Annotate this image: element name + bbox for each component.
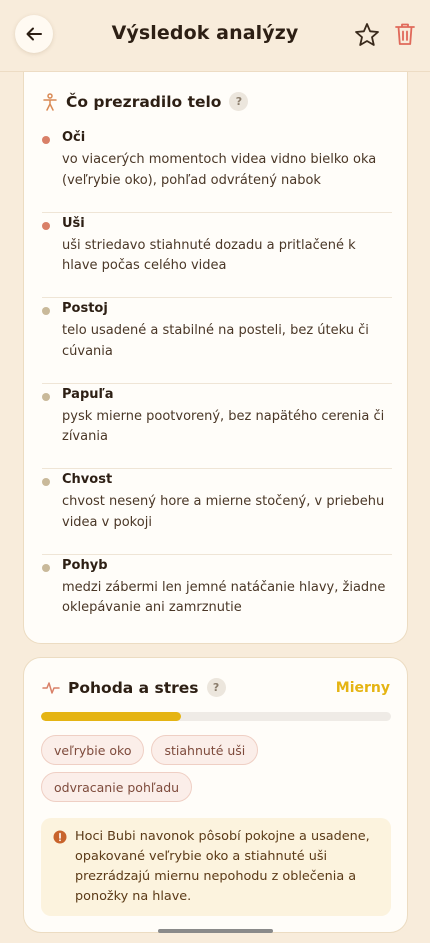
list-item: Chvost chvost nesený hore a mierne stoče… (42, 469, 392, 555)
item-name: Uši (62, 215, 85, 231)
pulse-icon (42, 681, 60, 694)
status-dot (42, 136, 50, 144)
item-name: Pohyb (62, 557, 108, 573)
stress-level-bar (41, 712, 391, 721)
page-title: Výsledok analýzy (111, 22, 299, 44)
delete-button[interactable] (394, 22, 416, 46)
summary-note: Hoci Bubi navonok pôsobí pokojne a usade… (41, 818, 391, 916)
info-icon (53, 830, 67, 844)
tag-chip: veľrybie oko (41, 735, 145, 765)
item-description: vo viacerých momentoch videa vidno bielk… (62, 152, 377, 188)
summary-text: Hoci Bubi navonok pôsobí pokojne a usade… (75, 829, 370, 904)
wellbeing-stress-card: Pohoda a stres ? Mierny veľrybie oko sti… (23, 657, 408, 933)
item-description: uši striedavo stiahnuté dozadu a pritlač… (62, 237, 356, 274)
stress-level-label: Mierny (335, 680, 390, 696)
status-dot (42, 563, 50, 572)
help-button[interactable]: ? (206, 678, 226, 697)
home-indicator (158, 929, 273, 933)
item-description: pysk mierne pootvorený, bez napätého cer… (62, 408, 385, 445)
favorite-button[interactable] (354, 22, 380, 48)
list-item: Uši uši striedavo stiahnuté dozadu a pri… (42, 213, 392, 298)
tag-chip: odvracanie pohľadu (41, 772, 193, 802)
item-description: telo usadené a stabilné na posteli, bez … (62, 323, 369, 359)
list-item: Pohyb medzi zábermi len jemné natáčanie … (42, 555, 392, 641)
body-signals-list: Oči vo viacerých momentoch videa vidno b… (42, 127, 392, 640)
wellbeing-header: Pohoda a stres ? (42, 678, 226, 697)
item-name: Postoj (62, 301, 108, 316)
list-item: Papuľa pysk mierne pootvorený, bez napät… (42, 384, 392, 469)
tag-chip: stiahnuté uši (151, 735, 259, 765)
item-name: Oči (62, 130, 86, 145)
list-item: Postoj telo usadené a stabilné na postel… (42, 298, 392, 384)
status-dot (42, 221, 50, 230)
star-icon (355, 23, 379, 46)
status-dot (42, 478, 50, 486)
body-language-header: Čo prezradilo telo ? (42, 92, 249, 111)
item-name: Papuľa (62, 386, 114, 402)
help-button[interactable]: ? (229, 92, 249, 111)
stress-tags: veľrybie oko stiahnuté uši odvracanie po… (41, 735, 391, 802)
body-figure-icon (43, 92, 57, 111)
item-name: Chvost (62, 472, 113, 487)
body-language-card: Čo prezradilo telo ? Oči vo viacerých mo… (23, 72, 408, 644)
app-header: Výsledok analýzy (0, 0, 430, 72)
card-title: Pohoda a stres (68, 678, 199, 697)
status-dot (42, 307, 50, 315)
status-dot (42, 392, 50, 401)
trash-icon (395, 23, 415, 45)
item-description: chvost nesený hore a mierne stočený, v p… (62, 494, 385, 530)
card-title: Čo prezradilo telo (66, 92, 222, 111)
stress-level-fill (41, 712, 181, 721)
list-item: Oči vo viacerých momentoch videa vidno b… (42, 127, 392, 213)
item-description: medzi zábermi len jemné natáčanie hlavy,… (62, 579, 386, 616)
